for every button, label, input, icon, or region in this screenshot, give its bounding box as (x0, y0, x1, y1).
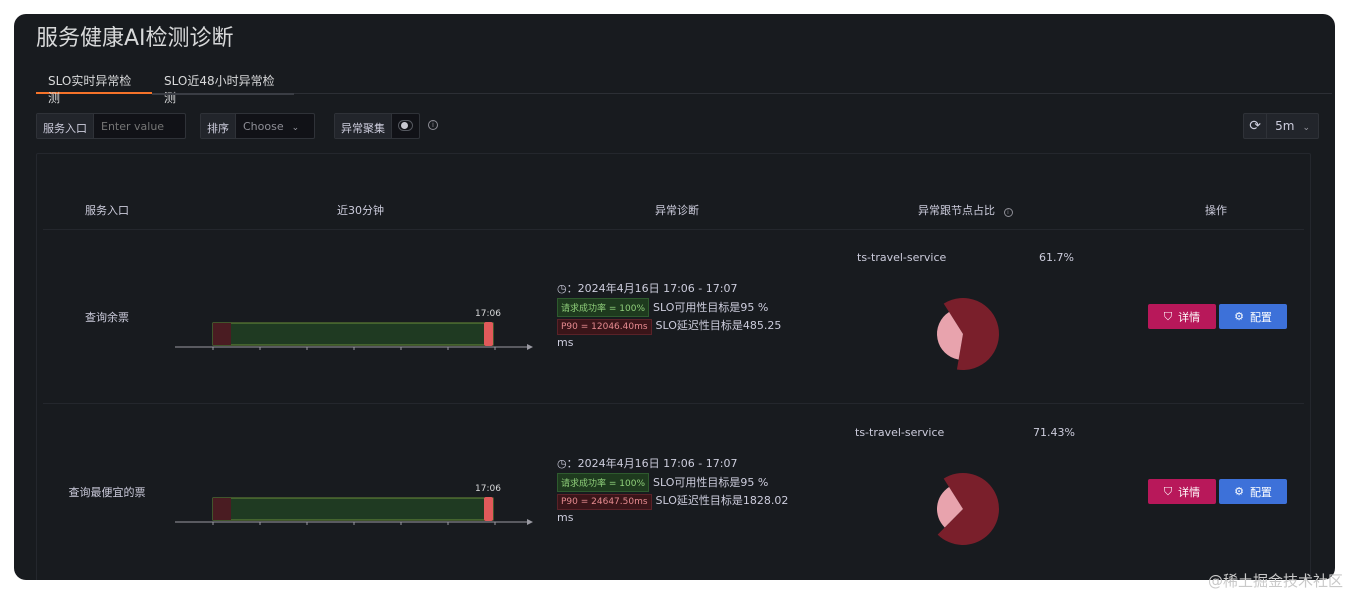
service-entry-label: 服务入口 (37, 114, 94, 138)
service-entry-filter: 服务入口 (36, 113, 186, 139)
service-entry-input[interactable] (94, 114, 184, 138)
root-percentage: 61.7% (1039, 251, 1074, 264)
slo-table-panel: 服务入口 近30分钟 异常诊断 异常跟节点占比 i 操作 查询余票 17:061… (36, 153, 1311, 580)
col-header-service: 服务入口 (85, 204, 129, 217)
latency-text: SLO延迟性目标是1828.02 (655, 494, 789, 507)
availability-text: SLO可用性目标是95 % (653, 301, 769, 314)
success-rate-tag: 请求成功率 = 100% (557, 473, 649, 492)
timeline-normal-bar (212, 497, 494, 521)
detail-button-label: 详情 (1178, 310, 1201, 324)
tab-slo-48h[interactable]: SLO近48小时异常检测 (152, 68, 294, 105)
sort-select[interactable]: Choose ⌄ (236, 114, 306, 138)
timeline-normal-bar (212, 322, 494, 346)
page-title: 服务健康AI检测诊断 (36, 26, 234, 51)
diag-time-text: 2024年4月16日 17:06 - 17:07 (577, 457, 738, 470)
timeline-anomaly-marker (484, 322, 493, 346)
anomaly-cluster-label: 异常聚集 (335, 114, 392, 138)
row-service-name: 查询余票 (85, 311, 129, 324)
col-header-root-ratio: 异常跟节点占比 i (918, 202, 1013, 218)
detail-button-label: 详情 (1178, 485, 1201, 499)
latency-line: P90 = 12046.40ms SLO延迟性目标是485.25 (557, 317, 781, 335)
timeline-start-segment (213, 498, 231, 520)
timeline-start-segment (213, 323, 231, 345)
sort-value: Choose (243, 120, 284, 133)
root-ratio-pie (937, 473, 999, 545)
availability-line: 请求成功率 = 100% SLO可用性目标是95 % (557, 473, 768, 492)
timeline-end-label: 17:06 (475, 484, 501, 494)
availability-text: SLO可用性目标是95 % (653, 476, 769, 489)
detail-button[interactable]: ⛉ 详情 (1148, 304, 1216, 329)
timeline-chart: 17:0616:3716:4216:4716:5216:5717:0217:07 (175, 309, 533, 350)
info-icon[interactable]: i (1003, 208, 1013, 217)
sort-filter[interactable]: 排序 Choose ⌄ (200, 113, 315, 139)
tab-slo-realtime[interactable]: SLO实时异常检测 (36, 68, 152, 105)
gear-icon: ⚙ (1234, 310, 1244, 323)
col-header-30min: 近30分钟 (337, 204, 384, 217)
config-button[interactable]: ⚙ 配置 (1219, 304, 1287, 329)
success-rate-tag: 请求成功率 = 100% (557, 298, 649, 317)
header-divider (43, 229, 1304, 230)
anomaly-cluster-toggle[interactable] (398, 120, 413, 131)
watermark: @稀土掘金技术社区 (1207, 572, 1343, 590)
row-service-name: 查询最便宜的票 (68, 486, 146, 499)
p90-tag: P90 = 12046.40ms (557, 319, 652, 335)
root-service-name: ts-travel-service (855, 426, 945, 439)
timeline-end-label: 17:06 (475, 309, 501, 319)
shield-icon: ⛉ (1163, 309, 1173, 323)
anomaly-cluster-filter: 异常聚集 (334, 113, 420, 139)
tab-bar: SLO实时异常检测 SLO近48小时异常检测 (36, 68, 1332, 105)
gear-icon: ⚙ (1234, 485, 1244, 498)
latency-unit: ms (557, 336, 574, 349)
refresh-interval-select[interactable]: 5m ⌄ (1267, 114, 1318, 138)
dashboard-frame: 服务健康AI检测诊断 SLO实时异常检测 SLO近48小时异常检测 服务入口 排… (14, 14, 1335, 580)
p90-tag: P90 = 24647.50ms (557, 494, 652, 510)
timeline-anomaly-marker (484, 497, 493, 521)
row-divider (43, 403, 1304, 404)
sort-label: 排序 (201, 114, 236, 138)
diag-time: ◷：2024年4月16日 17:06 - 17:07 (557, 282, 738, 295)
config-button-label: 配置 (1249, 485, 1272, 499)
diag-time: ◷：2024年4月16日 17:06 - 17:07 (557, 457, 738, 470)
axis-arrow-icon (527, 519, 533, 525)
latency-unit: ms (557, 511, 574, 524)
col-header-diagnosis: 异常诊断 (655, 204, 699, 217)
info-icon[interactable]: i (428, 120, 438, 130)
root-percentage: 71.43% (1033, 426, 1075, 439)
latency-line: P90 = 24647.50ms SLO延迟性目标是1828.02 (557, 492, 788, 510)
config-button[interactable]: ⚙ 配置 (1219, 479, 1287, 504)
root-ratio-pie (937, 298, 999, 370)
shield-icon: ⛉ (1163, 484, 1173, 498)
chevron-down-icon: ⌄ (291, 123, 300, 133)
timeline-chart: 17:0616:3716:4216:4716:5216:5717:0217:07 (175, 484, 533, 525)
config-button-label: 配置 (1249, 310, 1272, 324)
col-header-root-ratio-label: 异常跟节点占比 (918, 204, 995, 217)
clock-icon: ◷ (557, 457, 567, 470)
refresh-interval-value: 5m (1275, 119, 1295, 133)
availability-line: 请求成功率 = 100% SLO可用性目标是95 % (557, 298, 768, 317)
refresh-picker: ⟳ 5m ⌄ (1243, 113, 1319, 139)
refresh-icon[interactable]: ⟳ (1244, 114, 1268, 138)
detail-button[interactable]: ⛉ 详情 (1148, 479, 1216, 504)
axis-arrow-icon (527, 344, 533, 350)
clock-icon: ◷ (557, 282, 567, 295)
col-header-actions: 操作 (1205, 204, 1227, 217)
root-service-name: ts-travel-service (857, 251, 947, 264)
diag-time-text: 2024年4月16日 17:06 - 17:07 (577, 282, 738, 295)
latency-text: SLO延迟性目标是485.25 (655, 319, 782, 332)
chevron-down-icon: ⌄ (1302, 123, 1310, 133)
